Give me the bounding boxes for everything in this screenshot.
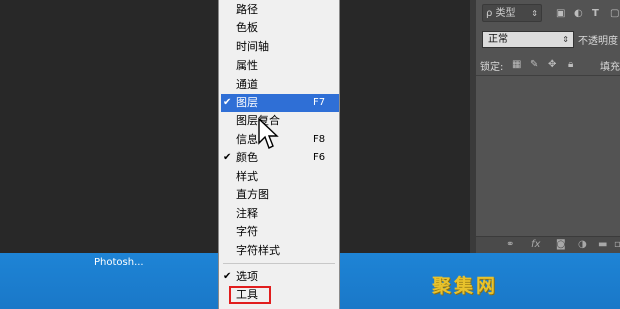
menu-item-label: 通道 [236,78,258,91]
menu-item-label: 工具 [236,288,258,301]
menu-item[interactable]: 字符 [219,223,339,241]
menu-item[interactable]: 注释 [219,205,339,223]
menu-item-label: 注释 [236,207,258,220]
link-layers-icon[interactable]: ⚭ [506,239,514,250]
lock-all-icon[interactable]: 🔒︎ [568,59,573,71]
layers-panel-footer: ⚭ fx ◙ ◑ ▬ ▫ [476,236,620,254]
menu-item-label: 直方图 [236,188,269,201]
mouse-cursor-icon [258,118,279,149]
fill-label: 填充 [600,62,620,73]
checkmark-icon: ✔ [223,152,232,163]
menu-item-shortcut: F8 [313,134,326,145]
adjustment-layer-icon[interactable]: ◑ [578,239,587,250]
menu-item[interactable]: 直方图 [219,186,339,204]
site-watermark: 聚集网 [432,275,499,297]
lock-brush-icon[interactable]: ✎ [530,59,538,71]
menu-item[interactable]: 时间轴 [219,38,339,56]
menu-item-label: 图层 [236,96,258,109]
menu-item-shortcut: F6 [313,152,326,163]
menu-item[interactable]: 属性 [219,57,339,75]
menu-item[interactable]: 字符样式 [219,242,339,260]
menu-item[interactable]: 通道 [219,76,339,94]
adjustment-filter-icon[interactable]: ◐ [574,8,583,20]
window-menu: 路径 色板 时间轴 属性 通道 ✔ 图层 F7 图层复合 信息 F8 ✔ 颜色 F6 样式 直方图 注释 字符 字符… [218,0,340,309]
layer-filter-dropdown[interactable]: ρ 类型 ⇕ [482,4,542,22]
type-filter-icon[interactable]: T [592,8,599,20]
menu-item-label: 信息 [236,133,258,146]
lock-label: 锁定: [480,62,504,73]
menu-item-label: 路径 [236,3,258,16]
menu-item[interactable]: ✔ 图层 F7 [221,94,339,112]
layer-filter-label: ρ 类型 [486,8,516,19]
select-arrows-icon: ⇕ [562,35,569,44]
menu-item[interactable]: 色板 [219,19,339,37]
lock-transparent-icon[interactable]: ▦ [512,59,521,71]
menu-item-label: 属性 [236,59,258,72]
blend-mode-select[interactable]: 正常 ⇕ [482,31,574,48]
menu-separator [223,263,335,264]
filter-arrows-icon: ⇕ [531,9,538,18]
menu-item-label: 色板 [236,21,258,34]
menu-item[interactable]: ✔ 选项 [219,268,339,286]
layers-panel: ρ 类型 ⇕ ▣ ◐ T ▢ 正常 ⇕ 不透明度 锁定: ▦ ✎ ✥ 🔒︎ 填充… [476,0,620,254]
menu-item[interactable]: 样式 [219,168,339,186]
menu-item[interactable]: 路径 [219,1,339,19]
panel-divider [476,75,620,76]
new-group-icon[interactable]: ▬ [598,239,607,250]
menu-item-label: 字符 [236,225,258,238]
menu-item-label: 选项 [236,270,258,283]
shape-filter-icon[interactable]: ▢ [610,8,619,20]
opacity-label: 不透明度 [578,36,618,47]
menu-item-shortcut: F7 [313,97,326,108]
layer-style-icon[interactable]: fx [531,239,540,250]
menu-item-label: 颜色 [236,151,258,164]
pixel-filter-icon[interactable]: ▣ [556,8,565,20]
menu-item-label: 时间轴 [236,40,269,53]
blend-mode-value: 正常 [488,34,508,45]
checkmark-icon: ✔ [223,97,232,108]
menu-item[interactable]: 工具 [219,286,339,304]
taskbar-app-title[interactable]: Photosh... [94,257,144,268]
layer-mask-icon[interactable]: ◙ [556,239,566,250]
menu-item-label: 字符样式 [236,244,280,257]
checkmark-icon: ✔ [223,271,232,282]
menu-item-label: 样式 [236,170,258,183]
new-layer-icon[interactable]: ▫ [614,239,620,250]
lock-position-icon[interactable]: ✥ [548,59,556,71]
